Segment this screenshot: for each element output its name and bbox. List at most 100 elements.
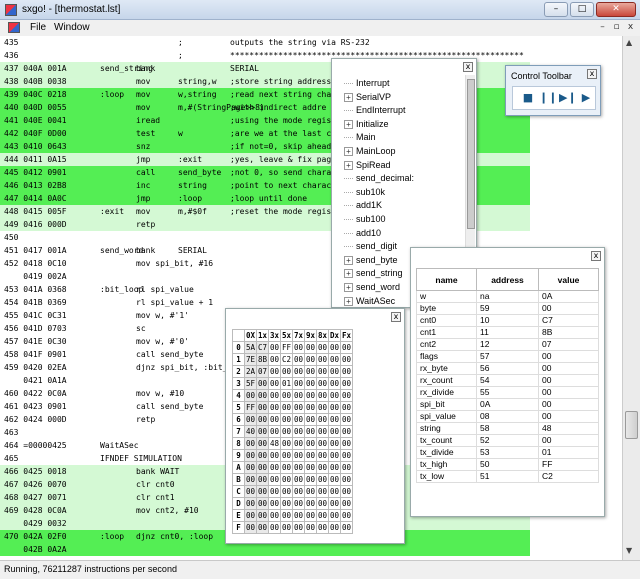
memory-cell[interactable]: 00 <box>304 425 317 438</box>
memory-cell[interactable]: 00 <box>328 365 341 378</box>
doc-restore-button[interactable]: ▫ <box>611 22 622 33</box>
memory-cell[interactable]: 00 <box>328 497 341 510</box>
variable-row[interactable]: cnt2 12 07 <box>416 338 599 351</box>
memory-cell[interactable]: 00 <box>328 437 341 450</box>
variables-column-header[interactable]: value <box>538 268 599 291</box>
memory-cell[interactable]: 00 <box>316 473 329 486</box>
expand-icon[interactable]: + <box>344 160 353 170</box>
memory-cell[interactable]: 00 <box>280 521 293 534</box>
pause-icon[interactable]: ❙❙ <box>539 91 557 105</box>
memory-cell[interactable]: 00 <box>340 365 353 378</box>
memory-cell[interactable]: 00 <box>304 437 317 450</box>
memory-cell[interactable]: 00 <box>328 509 341 522</box>
memory-cell[interactable]: 00 <box>292 365 305 378</box>
memory-cell[interactable]: 00 <box>316 437 329 450</box>
memory-cell[interactable]: 2A <box>244 365 257 378</box>
variable-row[interactable]: cnt0 10 C7 <box>416 314 599 327</box>
variables-column-header[interactable]: address <box>476 268 539 291</box>
memory-cell[interactable]: 00 <box>292 341 305 354</box>
tree-item[interactable]: add10 <box>344 227 381 240</box>
tree-item[interactable]: Main <box>344 131 376 144</box>
memory-cell[interactable]: 00 <box>340 413 353 426</box>
memory-cell[interactable]: 00 <box>280 437 293 450</box>
memory-cell[interactable]: 00 <box>292 485 305 498</box>
memory-cell[interactable]: 00 <box>304 461 317 474</box>
memory-cell[interactable]: 00 <box>340 437 353 450</box>
memory-cell[interactable]: 00 <box>340 473 353 486</box>
tree-item[interactable]: + MainLoop <box>344 145 396 158</box>
expand-icon[interactable]: + <box>344 92 353 102</box>
memory-cell[interactable]: 00 <box>340 353 353 366</box>
variable-row[interactable]: byte 59 00 <box>416 302 599 315</box>
scroll-thumb[interactable] <box>625 411 638 439</box>
memory-cell[interactable]: 00 <box>292 509 305 522</box>
memory-cell[interactable]: 00 <box>340 509 353 522</box>
memory-cell[interactable]: 00 <box>268 425 281 438</box>
memory-cell[interactable]: 00 <box>304 401 317 414</box>
memory-cell[interactable]: 00 <box>304 413 317 426</box>
memory-cell[interactable]: 00 <box>292 521 305 534</box>
tree-scroll-thumb[interactable] <box>467 79 475 229</box>
memory-cell[interactable]: 00 <box>268 389 281 402</box>
memory-cell[interactable]: 00 <box>340 449 353 462</box>
memory-cell[interactable]: 00 <box>268 461 281 474</box>
memory-cell[interactable]: 00 <box>328 413 341 426</box>
memory-cell[interactable]: 00 <box>340 485 353 498</box>
expand-icon[interactable]: + <box>344 296 353 306</box>
memory-cell[interactable]: 00 <box>244 521 257 534</box>
memory-cell[interactable]: FF <box>280 341 293 354</box>
memory-cell[interactable]: 00 <box>256 521 269 534</box>
listing-line[interactable]: 435; outputs the string via RS-232 <box>0 36 530 49</box>
close-button[interactable]: ✕ <box>596 2 636 17</box>
tree-item[interactable]: send_decimal: <box>344 172 414 185</box>
memory-cell[interactable]: 00 <box>316 401 329 414</box>
variable-row[interactable]: rx_byte 56 00 <box>416 362 599 375</box>
expand-icon[interactable]: + <box>344 119 353 129</box>
memory-cell[interactable]: 00 <box>328 401 341 414</box>
memory-cell[interactable]: 00 <box>280 497 293 510</box>
stop-icon[interactable]: ■ <box>521 91 535 105</box>
memory-cell[interactable]: 00 <box>340 401 353 414</box>
memory-cell[interactable]: 00 <box>292 437 305 450</box>
memory-cell[interactable]: 00 <box>280 401 293 414</box>
tree-item[interactable]: + SerialVP <box>344 91 391 104</box>
doc-minimize-button[interactable]: – <box>597 22 608 33</box>
variable-row[interactable]: tx_count 52 00 <box>416 434 599 447</box>
memory-cell[interactable]: 00 <box>268 509 281 522</box>
memory-cell[interactable]: 00 <box>328 425 341 438</box>
memory-cell[interactable]: 00 <box>280 485 293 498</box>
memory-cell[interactable]: 00 <box>244 509 257 522</box>
memory-cell[interactable]: 01 <box>280 377 293 390</box>
memory-cell[interactable]: 00 <box>292 413 305 426</box>
memory-cell[interactable]: 00 <box>340 389 353 402</box>
memory-cell[interactable]: 00 <box>316 461 329 474</box>
variable-row[interactable]: rx_count 54 00 <box>416 374 599 387</box>
memory-cell[interactable]: 00 <box>256 413 269 426</box>
memory-cell[interactable]: 00 <box>244 473 257 486</box>
menu-window[interactable]: Window <box>54 22 90 33</box>
memory-cell[interactable]: 00 <box>256 377 269 390</box>
memory-cell[interactable]: 00 <box>316 377 329 390</box>
memory-cell[interactable]: 7E <box>244 353 257 366</box>
memory-cell[interactable]: 00 <box>280 389 293 402</box>
memory-cell[interactable]: 00 <box>268 497 281 510</box>
memory-cell[interactable]: 00 <box>292 497 305 510</box>
memory-cell[interactable]: 00 <box>280 413 293 426</box>
variable-row[interactable]: cnt1 11 8B <box>416 326 599 339</box>
tree-item[interactable]: + SpiRead <box>344 159 391 172</box>
memory-cell[interactable]: 00 <box>316 497 329 510</box>
memory-cell[interactable]: 00 <box>316 341 329 354</box>
memory-cell[interactable]: 00 <box>340 497 353 510</box>
memory-cell[interactable]: 00 <box>292 461 305 474</box>
memory-cell[interactable]: 00 <box>316 485 329 498</box>
maximize-button[interactable]: □ <box>570 2 594 17</box>
memory-cell[interactable]: 5F <box>244 377 257 390</box>
memory-cell[interactable]: 00 <box>256 461 269 474</box>
document-icon[interactable] <box>8 22 20 33</box>
tree-item[interactable]: + send_word <box>344 281 400 294</box>
memory-cell[interactable]: 00 <box>340 341 353 354</box>
memory-cell[interactable]: 00 <box>280 449 293 462</box>
memory-cell[interactable]: 00 <box>292 425 305 438</box>
memory-cell[interactable]: 00 <box>304 389 317 402</box>
memory-cell[interactable]: 00 <box>328 353 341 366</box>
